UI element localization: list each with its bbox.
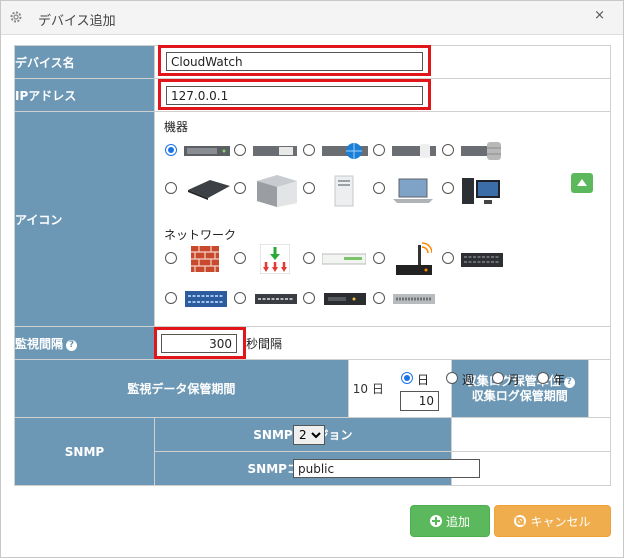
tower-server-icon <box>257 175 297 207</box>
interval-label-text: 監視間隔 <box>15 336 64 351</box>
gear-icon <box>10 11 22 23</box>
add-button[interactable]: 追加 <box>410 505 490 537</box>
interval-input[interactable] <box>161 334 237 353</box>
snmp-version-select[interactable]: 2 <box>293 425 325 445</box>
icon-radio[interactable] <box>303 292 315 304</box>
icon-radio[interactable] <box>303 144 315 156</box>
icon-radio[interactable] <box>303 182 315 194</box>
white-tower-icon <box>334 175 354 207</box>
rack-server-disk-icon <box>392 144 436 158</box>
snmp-version-cell <box>450 417 612 452</box>
device-name-input[interactable] <box>166 52 423 71</box>
device-form: デバイス名 IPアドレス アイコン 監視間隔? 監視データ保管期間 10 日 収… <box>14 45 612 486</box>
device-name-label: デバイス名 <box>14 45 155 79</box>
hub-icon <box>322 253 366 265</box>
retention-label: 監視データ保管期間 <box>14 359 349 418</box>
desktop-pc-icon <box>462 178 500 204</box>
log-period-label-text: 収集ログ保管期間 <box>471 388 568 403</box>
icon-radio[interactable] <box>303 252 315 264</box>
log-unit-radio-day[interactable] <box>401 372 413 384</box>
log-unit-label: 収集ログ保管単位? 収集ログ保管期間 <box>450 359 589 418</box>
icon-radio[interactable] <box>373 292 385 304</box>
cancel-button-label: キャンセル <box>530 515 591 529</box>
log-unit-radio-month[interactable] <box>492 372 504 384</box>
interval-unit: 秒間隔 <box>246 337 283 351</box>
laptop-icon <box>393 178 433 203</box>
wireless-router-icon <box>396 242 432 275</box>
icon-radio[interactable] <box>234 144 246 156</box>
icon-radio[interactable] <box>373 144 385 156</box>
dialog-title: デバイス追加 <box>38 14 116 29</box>
add-button-label: 追加 <box>445 515 470 529</box>
device-name-label-text: デバイス名 <box>15 55 75 70</box>
snmp-community-input[interactable] <box>293 459 480 478</box>
icon-radio[interactable] <box>165 292 177 304</box>
plus-circle-icon <box>429 515 442 527</box>
snmp-label-text: SNMP <box>64 444 105 459</box>
log-unit-cell <box>587 359 612 418</box>
switch-arrows-icon <box>260 244 290 274</box>
ip-label-text: IPアドレス <box>15 88 77 103</box>
rack-storage-icon <box>461 142 501 160</box>
ip-label: IPアドレス <box>14 78 155 112</box>
patch-panel-icon <box>393 294 435 304</box>
ban-icon <box>514 515 527 527</box>
icon-radio[interactable] <box>234 292 246 304</box>
icon-radio[interactable] <box>442 144 454 156</box>
help-icon[interactable]: ? <box>563 376 575 388</box>
log-unit-radio-week[interactable] <box>446 372 458 384</box>
appliance-icon <box>188 180 230 200</box>
equipment-label: 機器 <box>164 120 189 134</box>
help-icon[interactable]: ? <box>66 339 78 351</box>
icon-radio[interactable] <box>442 252 454 264</box>
retention-value: 10 日 <box>352 382 384 396</box>
icon-radio[interactable] <box>165 182 177 194</box>
snmp-label: SNMP <box>14 417 155 486</box>
log-unit-month-label: 月 <box>508 373 521 387</box>
cancel-button[interactable]: キャンセル <box>494 505 611 537</box>
retention-label-text: 監視データ保管期間 <box>127 382 236 396</box>
icon-label-text: アイコン <box>15 212 63 227</box>
log-period-input[interactable] <box>400 391 439 411</box>
rack-server-globe-icon <box>322 143 368 159</box>
interval-label: 監視間隔? <box>14 326 155 360</box>
firewall-icon <box>191 246 219 272</box>
switch-dark-icon <box>255 294 297 304</box>
icon-label: アイコン <box>14 111 155 327</box>
switch-black-icon <box>461 253 503 267</box>
rack-server-icon <box>184 146 230 156</box>
icon-radio[interactable] <box>234 252 246 264</box>
dialog-titlebar: デバイス追加 × <box>1 1 623 35</box>
icon-radio[interactable] <box>234 182 246 194</box>
icon-radio[interactable] <box>373 182 385 194</box>
log-unit-week-label: 週 <box>462 373 475 387</box>
icon-radio[interactable] <box>165 144 177 156</box>
switch-flat-icon <box>324 293 366 305</box>
icon-radio[interactable] <box>165 252 177 264</box>
network-label: ネットワーク <box>164 228 237 242</box>
ip-input[interactable] <box>166 86 423 105</box>
log-unit-year-label: 年 <box>553 373 566 387</box>
log-unit-radio-year[interactable] <box>537 372 549 384</box>
add-device-dialog: デバイス追加 × デバイス名 IPアドレス アイコン 監視間隔? 監視データ保管… <box>0 0 624 558</box>
icon-radio[interactable] <box>373 252 385 264</box>
up-arrow-button[interactable] <box>571 173 593 193</box>
close-button[interactable]: × <box>594 8 605 23</box>
rack-server-white-icon <box>253 146 297 156</box>
switch-blue-icon <box>185 291 227 307</box>
log-unit-day-label: 日 <box>417 373 430 387</box>
icon-radio[interactable] <box>442 182 454 194</box>
